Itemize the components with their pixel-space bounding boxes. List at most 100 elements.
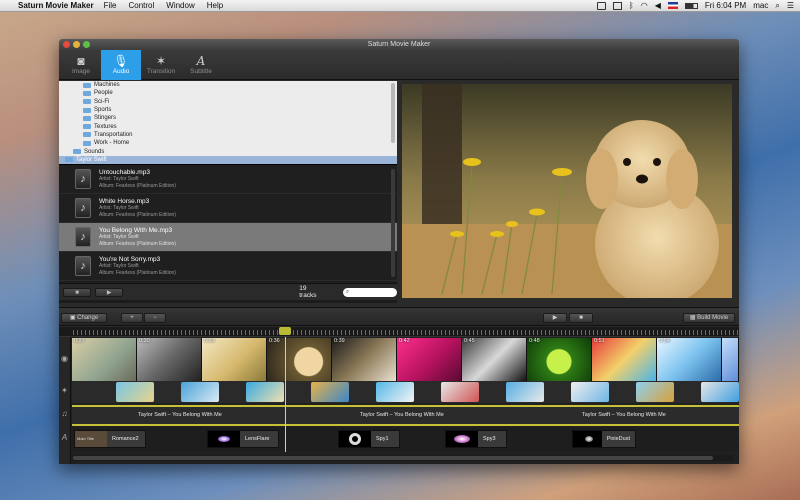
timeline-scroll-thumb[interactable] (73, 456, 713, 460)
clip-time: 0:30 (139, 338, 150, 344)
menu-app-name[interactable]: Saturn Movie Maker (18, 1, 94, 10)
stop-button[interactable]: ■ (569, 313, 593, 323)
folder-icon (83, 115, 91, 121)
folder-icon (83, 82, 91, 88)
play-button[interactable]: ▶ (543, 313, 567, 323)
folder-icon (83, 124, 91, 130)
tab-audio[interactable]: 🎙 Audio (101, 50, 141, 80)
list-icon[interactable]: ☰ (787, 1, 794, 10)
user-name[interactable]: mac (753, 1, 768, 10)
photo-clip[interactable]: 0:45 (462, 338, 527, 381)
photo-clip[interactable]: 0:27 (72, 338, 137, 381)
ruler-ticks (73, 330, 739, 335)
track-list-footer: ■ ▶ 19 tracks ⌕ (59, 283, 397, 300)
subtitle-name: LensFlare (245, 436, 270, 442)
photo-clip[interactable]: 0:48 (527, 338, 592, 381)
stop-preview-button[interactable]: ■ (63, 287, 92, 297)
volume-icon[interactable]: ◀ (655, 1, 661, 10)
tab-transition-label: Transition (146, 68, 176, 75)
tree-item-machines[interactable]: Machines (59, 81, 397, 89)
tree-item-sports[interactable]: Sports (59, 106, 397, 114)
photo-clip[interactable]: 0:30 (137, 338, 202, 381)
playhead-handle[interactable] (279, 327, 291, 335)
tab-image-label: Image (71, 68, 91, 75)
tree-item-stingers[interactable]: Stingers (59, 114, 397, 122)
track-item-selected[interactable]: ♪ You Belong With Me.mp3 Artist: Taylor … (59, 223, 397, 252)
tree-scrollbar[interactable] (391, 83, 395, 143)
timeline-scrollbar[interactable] (73, 455, 733, 461)
subtitle-clip-lensflare[interactable]: LensFlare (207, 430, 279, 448)
transition-clip[interactable] (246, 382, 284, 402)
photo-clip[interactable]: 0:33 (202, 338, 267, 381)
close-window-button[interactable] (63, 41, 70, 48)
transition-clip[interactable] (441, 382, 479, 402)
remove-button[interactable]: − (144, 313, 166, 323)
track-item[interactable]: ♪ White Horse.mp3 Artist: Taylor Swift A… (59, 194, 397, 223)
transition-clip[interactable] (311, 382, 349, 402)
transition-clip[interactable] (636, 382, 674, 402)
folder-tree: Machines People Sci-Fi Sports Stingers T… (59, 81, 397, 165)
search-input[interactable]: ⌕ (342, 287, 397, 297)
photo-clip[interactable]: 0:42 (397, 338, 462, 381)
remove-button-label: − (153, 315, 157, 321)
transition-clip[interactable] (116, 382, 154, 402)
tree-item-taylor-swift[interactable]: Taylor Swift (59, 155, 397, 164)
wifi-icon[interactable]: ◠ (641, 1, 648, 10)
build-movie-button[interactable]: ▦ Build Movie (683, 313, 735, 323)
tab-subtitle[interactable]: A Subtitle (181, 50, 221, 80)
playhead-line (285, 337, 286, 452)
subtitle-clip-spy3[interactable]: Spy3 (445, 430, 507, 448)
tree-item-work-home[interactable]: Work - Home (59, 139, 397, 147)
transition-clip[interactable] (701, 382, 739, 402)
menu-file[interactable]: File (104, 1, 117, 10)
spotlight-icon[interactable]: ⌕ (775, 1, 779, 11)
subtitle-thumbnail: Main Title (75, 431, 107, 447)
folder-icon (83, 99, 91, 105)
clock[interactable]: Fri 6:04 PM (705, 1, 746, 10)
subtitle-clip-spy1[interactable]: Spy1 (338, 430, 400, 448)
status-box-icon[interactable] (596, 1, 606, 10)
photo-clip[interactable]: 0:54 (657, 338, 722, 381)
flag-icon[interactable] (667, 2, 678, 9)
change-button[interactable]: ▣ Change (61, 313, 107, 323)
tree-item-sounds[interactable]: Sounds (59, 147, 397, 155)
transition-clip[interactable] (571, 382, 609, 402)
transition-clip[interactable] (506, 382, 544, 402)
subtitle-clip-pixiedust[interactable]: PixieDust (572, 430, 636, 448)
tab-transition[interactable]: ✶ Transition (141, 50, 181, 80)
track-count: 19 tracks (299, 285, 317, 299)
photo-clip[interactable]: 0:39 (332, 338, 397, 381)
transition-clip[interactable] (181, 382, 219, 402)
track-list-scrollbar[interactable] (391, 169, 395, 277)
photo-clip[interactable]: 0:51 (592, 338, 657, 381)
tree-item-people[interactable]: People (59, 89, 397, 97)
track-artist: Artist: Taylor Swift (99, 233, 139, 240)
menu-help[interactable]: Help (207, 1, 223, 10)
photo-clip[interactable] (722, 338, 739, 381)
minimize-window-button[interactable] (73, 41, 80, 48)
zoom-window-button[interactable] (83, 41, 90, 48)
stop-icon: ■ (579, 315, 583, 321)
folder-icon (83, 132, 91, 138)
timeline-ruler[interactable] (59, 327, 739, 337)
tab-image[interactable]: ◙ Image (61, 50, 101, 80)
track-item[interactable]: ♪ You're Not Sorry.mp3 Artist: Taylor Sw… (59, 252, 397, 281)
tree-item-transportation[interactable]: Transportation (59, 131, 397, 139)
menu-window[interactable]: Window (166, 1, 194, 10)
battery-icon[interactable] (684, 2, 698, 9)
tree-item-sci-fi[interactable]: Sci-Fi (59, 98, 397, 106)
tree-item-label: Sounds (84, 148, 105, 155)
play-preview-button[interactable]: ▶ (95, 287, 124, 297)
tree-item-label: Taylor Swift (76, 156, 107, 163)
add-button[interactable]: + (121, 313, 143, 323)
transition-clip[interactable] (376, 382, 414, 402)
subtitle-name: Spy3 (483, 436, 496, 442)
subtitle-clip-romance2[interactable]: Main Title Romance2 (74, 430, 146, 448)
photo-clip[interactable]: 0:36 (267, 338, 332, 381)
track-item[interactable]: ♪ Untouchable.mp3 Artist: Taylor Swift A… (59, 165, 397, 194)
audio-track[interactable]: Taylor Swift – You Belong With Me Taylor… (72, 405, 739, 426)
bluetooth-icon[interactable]: ᛒ (629, 1, 634, 10)
tree-item-textures[interactable]: Textures (59, 122, 397, 130)
screen-icon[interactable] (612, 1, 622, 10)
menu-control[interactable]: Control (128, 1, 154, 10)
